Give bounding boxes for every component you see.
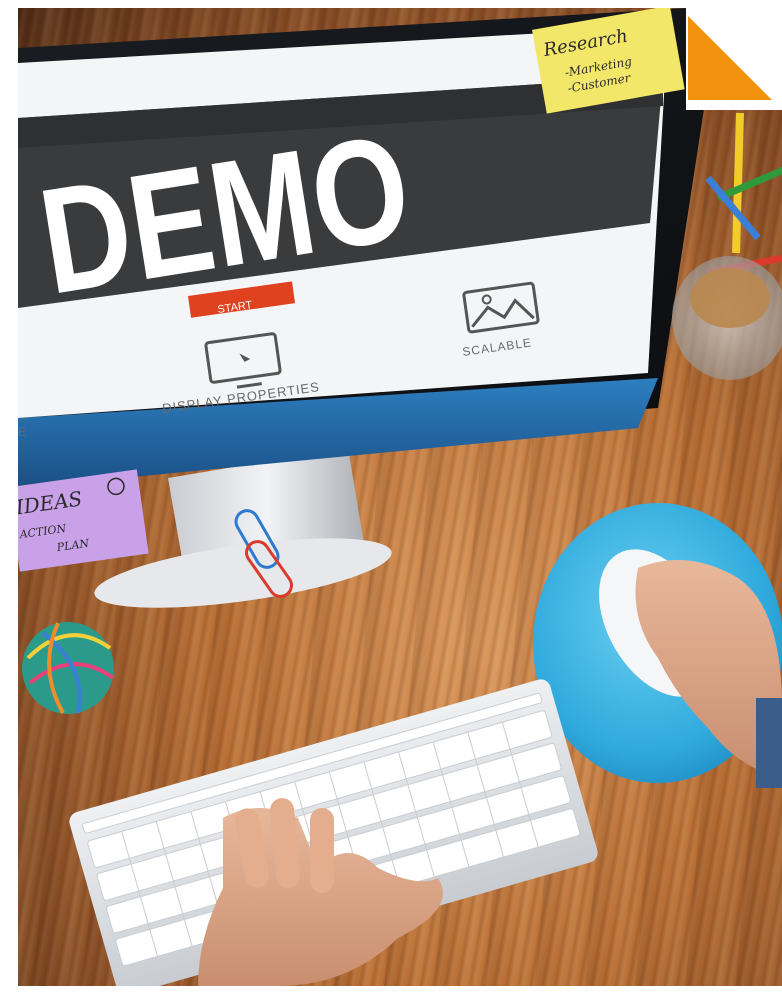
photo: DEMO START DISPLAY PROPERTIES SCALABLE E [18, 8, 782, 986]
yarn-ball [22, 622, 115, 714]
screen-edge-label: E [18, 425, 26, 439]
desk-scene: DEMO START DISPLAY PROPERTIES SCALABLE E [18, 8, 782, 986]
orange-triangle-logo [688, 16, 772, 100]
corner-mark [686, 8, 782, 110]
sticky-note-ideas: IDEAS ACTION PLAN [18, 469, 149, 572]
